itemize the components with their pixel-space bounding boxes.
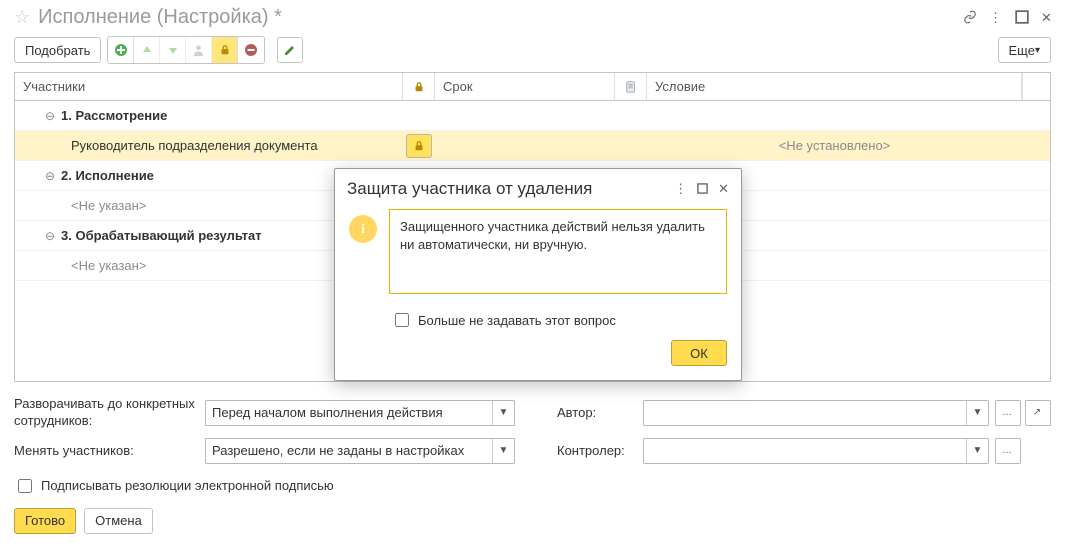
move-down-button[interactable] bbox=[160, 37, 186, 63]
favorite-star-icon[interactable]: ☆ bbox=[14, 7, 30, 28]
close-icon[interactable]: ✕ bbox=[1041, 10, 1055, 24]
maximize-icon[interactable] bbox=[697, 182, 708, 197]
chevron-down-icon[interactable]: ▼ bbox=[492, 401, 514, 425]
dont-ask-checkbox[interactable] bbox=[395, 313, 409, 327]
lock-button[interactable] bbox=[212, 37, 238, 63]
dialog-message: Защищенного участника действий нельзя уд… bbox=[389, 209, 727, 294]
controller-label: Контролер: bbox=[557, 443, 637, 458]
col-condition-icon bbox=[615, 73, 647, 100]
sign-label: Подписывать резолюции электронной подпис… bbox=[41, 478, 334, 493]
delete-button[interactable] bbox=[238, 37, 264, 63]
pick-button[interactable]: Подобрать bbox=[14, 37, 101, 63]
col-due[interactable]: Срок bbox=[435, 73, 615, 100]
kebab-menu-icon[interactable]: ⋮ bbox=[674, 181, 687, 197]
dont-ask-label: Больше не задавать этот вопрос bbox=[418, 313, 616, 328]
edit-button[interactable] bbox=[277, 37, 303, 63]
sign-checkbox[interactable] bbox=[18, 479, 32, 493]
change-label: Менять участников: bbox=[14, 443, 199, 458]
author-label: Автор: bbox=[557, 405, 637, 420]
expand-combo[interactable]: Перед началом выполнения действия ▼ bbox=[205, 400, 515, 426]
page-title: Исполнение (Настройка) * bbox=[38, 6, 963, 29]
protection-dialog: Защита участника от удаления ⋮ ✕ i Защищ… bbox=[334, 168, 742, 381]
collapse-icon[interactable]: ⊖ bbox=[43, 229, 57, 243]
row-lock-icon bbox=[406, 134, 432, 158]
chevron-down-icon[interactable]: ▼ bbox=[492, 439, 514, 463]
maximize-icon[interactable] bbox=[1015, 10, 1029, 24]
change-combo[interactable]: Разрешено, если не заданы в настройках ▼ bbox=[205, 438, 515, 464]
add-button[interactable] bbox=[108, 37, 134, 63]
table-row[interactable]: Руководитель подразделения документа <Не… bbox=[15, 131, 1050, 161]
chevron-down-icon[interactable]: ▼ bbox=[966, 401, 988, 425]
kebab-menu-icon[interactable]: ⋮ bbox=[989, 10, 1003, 24]
col-spare bbox=[1022, 73, 1050, 100]
author-combo[interactable]: ▼ bbox=[643, 400, 989, 426]
collapse-icon[interactable]: ⊖ bbox=[43, 109, 57, 123]
done-button[interactable]: Готово bbox=[14, 508, 76, 534]
move-up-button[interactable] bbox=[134, 37, 160, 63]
collapse-icon[interactable]: ⊖ bbox=[43, 169, 57, 183]
col-condition[interactable]: Условие bbox=[647, 73, 1022, 100]
user-button[interactable] bbox=[186, 37, 212, 63]
author-open-button[interactable]: ↗ bbox=[1025, 400, 1051, 426]
chevron-down-icon[interactable]: ▼ bbox=[966, 439, 988, 463]
col-participants[interactable]: Участники bbox=[15, 73, 403, 100]
close-icon[interactable]: ✕ bbox=[718, 181, 729, 197]
cancel-button[interactable]: Отмена bbox=[84, 508, 153, 534]
controller-more-button[interactable]: … bbox=[995, 438, 1021, 464]
col-lock-icon bbox=[403, 73, 435, 100]
info-icon: i bbox=[349, 215, 377, 243]
expand-label: Разворачивать до конкретных сотрудников: bbox=[14, 396, 199, 430]
more-button[interactable]: Еще bbox=[998, 37, 1051, 63]
author-more-button[interactable]: … bbox=[995, 400, 1021, 426]
table-row[interactable]: ⊖1. Рассмотрение bbox=[15, 101, 1050, 131]
link-icon[interactable] bbox=[963, 10, 977, 24]
controller-combo[interactable]: ▼ bbox=[643, 438, 989, 464]
dialog-title: Защита участника от удаления bbox=[347, 179, 674, 199]
dialog-ok-button[interactable]: ОК bbox=[671, 340, 727, 366]
